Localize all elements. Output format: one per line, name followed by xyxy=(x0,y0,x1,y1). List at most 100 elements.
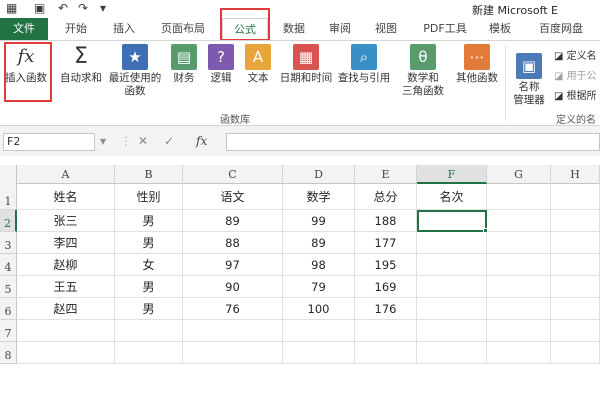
cell-e7[interactable] xyxy=(355,320,417,342)
name-box-dropdown-icon[interactable]: ▾ xyxy=(100,134,106,148)
cell-h4[interactable] xyxy=(551,254,600,276)
row-header-7[interactable]: 7 xyxy=(0,320,17,342)
cell-h2[interactable] xyxy=(551,210,600,232)
cell-b3[interactable]: 男 xyxy=(115,232,183,254)
cell-e6[interactable]: 176 xyxy=(355,298,417,320)
row-header-6[interactable]: 6 xyxy=(0,298,17,320)
cell-d2[interactable]: 99 xyxy=(283,210,355,232)
cell-d3[interactable]: 89 xyxy=(283,232,355,254)
cell-c8[interactable] xyxy=(183,342,283,364)
cell-h1[interactable] xyxy=(551,184,600,210)
cell-c5[interactable]: 90 xyxy=(183,276,283,298)
logical-button[interactable]: ? 逻辑 xyxy=(204,44,238,85)
cell-d7[interactable] xyxy=(283,320,355,342)
cell-e8[interactable] xyxy=(355,342,417,364)
cell-f7[interactable] xyxy=(417,320,487,342)
cell-h5[interactable] xyxy=(551,276,600,298)
tab-home[interactable]: 开始 xyxy=(56,18,96,40)
row-header-4[interactable]: 4 xyxy=(0,254,17,276)
cell-g7[interactable] xyxy=(487,320,551,342)
more-functions-button[interactable]: ⋯ 其他函数 xyxy=(452,44,502,85)
cell-b5[interactable]: 男 xyxy=(115,276,183,298)
tab-baidu-netdisk[interactable]: 百度网盘 xyxy=(528,18,594,40)
tab-review[interactable]: 审阅 xyxy=(320,18,360,40)
cell-a7[interactable] xyxy=(17,320,115,342)
column-header-d[interactable]: D xyxy=(283,165,355,184)
cell-f6[interactable] xyxy=(417,298,487,320)
cell-e1[interactable]: 总分 xyxy=(355,184,417,210)
cell-c4[interactable]: 97 xyxy=(183,254,283,276)
tab-view[interactable]: 视图 xyxy=(366,18,406,40)
cell-g3[interactable] xyxy=(487,232,551,254)
use-in-formula-button[interactable]: ◪ 用于公 xyxy=(554,67,597,82)
cell-a3[interactable]: 李四 xyxy=(17,232,115,254)
cell-f8[interactable] xyxy=(417,342,487,364)
cell-c3[interactable]: 88 xyxy=(183,232,283,254)
column-header-c[interactable]: C xyxy=(183,165,283,184)
cell-d6[interactable]: 100 xyxy=(283,298,355,320)
cell-a5[interactable]: 王五 xyxy=(17,276,115,298)
save-icon[interactable]: ▣ xyxy=(34,1,45,15)
fill-handle[interactable] xyxy=(483,228,488,233)
column-header-b[interactable]: B xyxy=(115,165,183,184)
cell-b1[interactable]: 性别 xyxy=(115,184,183,210)
cell-h8[interactable] xyxy=(551,342,600,364)
column-header-e[interactable]: E xyxy=(355,165,417,184)
enter-icon[interactable]: ✓ xyxy=(164,134,174,148)
cell-a2[interactable]: 张三 xyxy=(17,210,115,232)
select-all-corner[interactable] xyxy=(0,165,17,184)
cell-a4[interactable]: 赵柳 xyxy=(17,254,115,276)
cell-g4[interactable] xyxy=(487,254,551,276)
cell-h6[interactable] xyxy=(551,298,600,320)
text-button[interactable]: A 文本 xyxy=(240,44,276,85)
row-header-3[interactable]: 3 xyxy=(0,232,17,254)
cell-g6[interactable] xyxy=(487,298,551,320)
cell-d1[interactable]: 数学 xyxy=(283,184,355,210)
cell-c6[interactable]: 76 xyxy=(183,298,283,320)
define-name-button[interactable]: ◪ 定义名 xyxy=(554,47,597,62)
create-from-selection-button[interactable]: ◪ 根据所 xyxy=(554,87,597,102)
customize-qat-icon[interactable]: ▾ xyxy=(100,1,106,15)
tab-formulas[interactable]: 公式 xyxy=(222,18,268,41)
cell-f1[interactable]: 名次 xyxy=(417,184,487,210)
tab-insert[interactable]: 插入 xyxy=(104,18,144,40)
cell-e4[interactable]: 195 xyxy=(355,254,417,276)
formula-input[interactable] xyxy=(226,133,600,151)
financial-button[interactable]: ▤ 财务 xyxy=(166,44,202,85)
row-header-5[interactable]: 5 xyxy=(0,276,17,298)
cell-c2[interactable]: 89 xyxy=(183,210,283,232)
column-header-g[interactable]: G xyxy=(487,165,551,184)
cell-e5[interactable]: 169 xyxy=(355,276,417,298)
row-header-1[interactable]: 1 xyxy=(0,184,17,210)
autosum-button[interactable]: Σ 自动求和 xyxy=(56,44,106,85)
tab-file[interactable]: 文件 xyxy=(0,18,48,40)
cell-f5[interactable] xyxy=(417,276,487,298)
tab-data[interactable]: 数据 xyxy=(274,18,314,40)
cell-a6[interactable]: 赵四 xyxy=(17,298,115,320)
cell-b4[interactable]: 女 xyxy=(115,254,183,276)
cell-c1[interactable]: 语文 xyxy=(183,184,283,210)
cell-g5[interactable] xyxy=(487,276,551,298)
active-cell-f2[interactable] xyxy=(417,210,487,232)
cell-h7[interactable] xyxy=(551,320,600,342)
lookup-reference-button[interactable]: ⌕ 查找与引用 xyxy=(336,44,392,85)
cell-b7[interactable] xyxy=(115,320,183,342)
name-manager-button[interactable]: ▣ 名称 管理器 xyxy=(508,53,550,107)
cancel-icon[interactable]: ✕ xyxy=(138,134,148,148)
cell-g2[interactable] xyxy=(487,210,551,232)
cell-e3[interactable]: 177 xyxy=(355,232,417,254)
name-box[interactable]: F2 xyxy=(3,133,95,151)
recently-used-button[interactable]: ★ 最近使用的 函数 xyxy=(106,44,164,98)
column-header-a[interactable]: A xyxy=(17,165,115,184)
tab-page-layout[interactable]: 页面布局 xyxy=(152,18,214,40)
cell-d5[interactable]: 79 xyxy=(283,276,355,298)
column-header-f[interactable]: F xyxy=(417,165,487,184)
cell-a1[interactable]: 姓名 xyxy=(17,184,115,210)
cell-e2[interactable]: 188 xyxy=(355,210,417,232)
cell-f4[interactable] xyxy=(417,254,487,276)
cell-c7[interactable] xyxy=(183,320,283,342)
column-header-h[interactable]: H xyxy=(551,165,600,184)
cell-g1[interactable] xyxy=(487,184,551,210)
undo-icon[interactable]: ↶ xyxy=(58,1,68,15)
math-trig-button[interactable]: θ 数学和 三角函数 xyxy=(396,44,450,98)
